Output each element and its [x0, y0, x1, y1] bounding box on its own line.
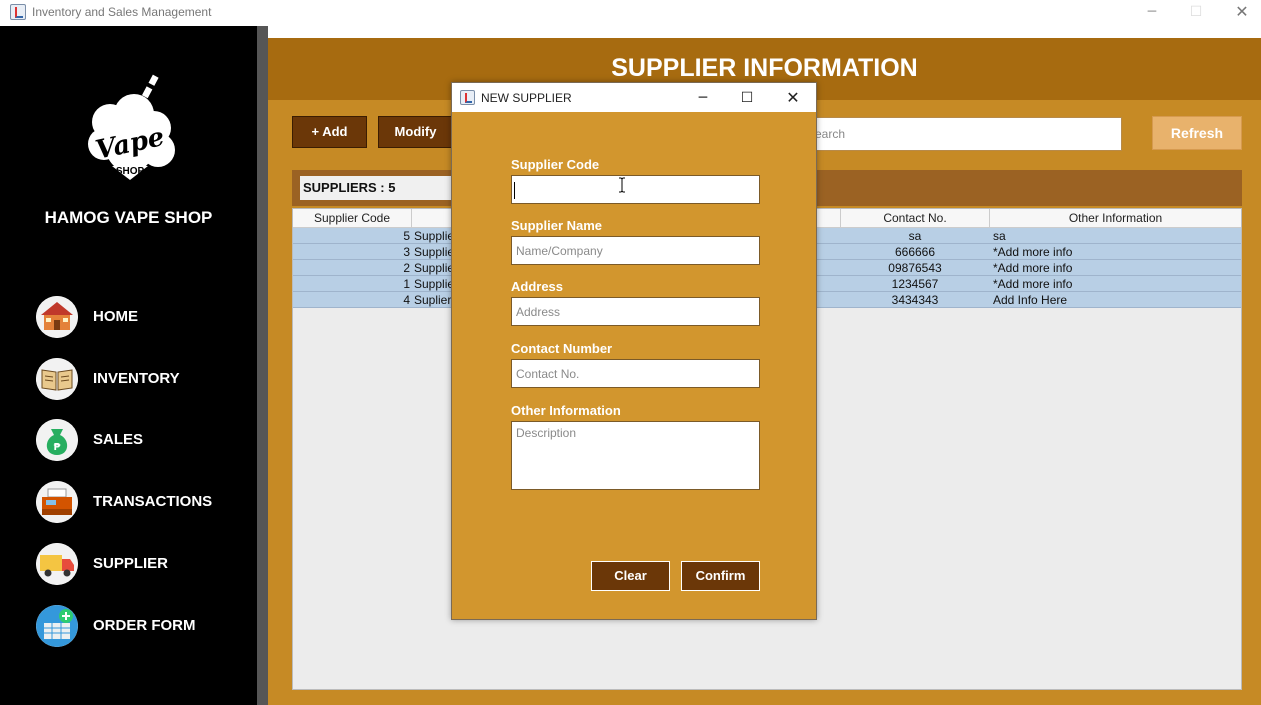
window-titlebar: Inventory and Sales Management ─ ☐ ✕ [0, 0, 1261, 26]
order-form-icon [36, 605, 78, 647]
vape-shop-logo: Vape SHOP [88, 72, 175, 180]
column-header-supplier-code[interactable]: Supplier Code [293, 209, 412, 228]
contact-number-field[interactable] [511, 359, 760, 388]
supplier-code-label: Supplier Code [511, 157, 600, 172]
cell-supplier-code: 5 [403, 229, 410, 243]
add-supplier-button[interactable]: + Add [292, 116, 367, 148]
dialog-close-button[interactable]: ✕ [780, 87, 806, 109]
confirm-button[interactable]: Confirm [681, 561, 760, 591]
svg-text:₱: ₱ [54, 442, 61, 453]
window-title: Inventory and Sales Management [32, 5, 212, 19]
sidebar-item-label: ORDER FORM [93, 617, 196, 634]
cell-supplier-name: Supplie [414, 245, 454, 259]
dialog-minimize-button[interactable]: ─ [690, 87, 716, 109]
sidebar-item-label: SUPPLIER [93, 555, 169, 572]
cell-contact-no: 3434343 [891, 293, 939, 307]
text-caret [514, 182, 515, 199]
other-information-field[interactable] [511, 421, 760, 490]
cell-supplier-name: Supplie [414, 261, 454, 275]
sidebar-item-order-form[interactable]: ORDER FORM [36, 605, 246, 649]
cell-other-info: *Add more info [993, 245, 1073, 259]
sidebar-item-label: HOME [93, 308, 138, 325]
sales-icon: ₱ [36, 419, 78, 461]
cell-supplier-name: Supplie [414, 277, 454, 291]
home-icon [36, 296, 78, 338]
sidebar-item-transactions[interactable]: TRANSACTIONS [36, 481, 246, 525]
dialog-title: NEW SUPPLIER [481, 91, 572, 105]
clear-button[interactable]: Clear [591, 561, 670, 591]
cell-other-info: *Add more info [993, 277, 1073, 291]
cell-contact-no: 1234567 [891, 277, 939, 291]
supplier-icon [36, 543, 78, 585]
new-supplier-dialog: NEW SUPPLIER ─ ☐ ✕ Supplier Code Supplie… [451, 82, 817, 620]
sidebar-item-inventory[interactable]: INVENTORY [36, 358, 246, 402]
sidebar-item-sales[interactable]: ₱ SALES [36, 419, 246, 463]
java-app-icon [10, 4, 26, 20]
cell-supplier-code: 2 [403, 261, 410, 275]
cell-other-info: sa [993, 229, 1006, 243]
supplier-name-label: Supplier Name [511, 218, 603, 233]
column-header-contact-no[interactable]: Contact No. [840, 209, 990, 228]
cell-supplier-name: Supplie [414, 229, 454, 243]
search-input[interactable]: earch [808, 117, 1122, 151]
sidebar-item-label: SALES [93, 431, 144, 448]
sidebar-item-label: TRANSACTIONS [93, 493, 213, 510]
supplier-code-field[interactable] [511, 175, 760, 204]
cell-contact-no: 09876543 [888, 261, 942, 275]
cell-other-info: Add Info Here [993, 293, 1068, 307]
sidebar-item-label: INVENTORY [93, 370, 180, 387]
sidebar-item-home[interactable]: HOME [36, 296, 246, 340]
cell-contact-no: 666666 [894, 245, 936, 259]
cell-supplier-name: Suplier [414, 293, 452, 307]
sidebar-item-supplier[interactable]: SUPPLIER [36, 543, 246, 587]
sidebar: Vape SHOP HAMOG VAPE SHOP HOME INVENTORY… [0, 26, 257, 705]
page-title: SUPPLIER INFORMATION [611, 54, 918, 82]
close-window-button[interactable]: ✕ [1224, 2, 1260, 22]
modify-supplier-button[interactable]: Modify [378, 116, 453, 148]
supplier-count: SUPPLIERS : 5 [300, 176, 460, 200]
ibeam-cursor-icon [619, 177, 625, 193]
brand-name: HAMOG VAPE SHOP [44, 208, 213, 227]
sidebar-divider [257, 26, 268, 705]
inventory-icon [36, 358, 78, 400]
minimize-window-button[interactable]: ─ [1134, 2, 1170, 22]
refresh-button[interactable]: Refresh [1152, 116, 1242, 150]
dialog-titlebar[interactable]: NEW SUPPLIER ─ ☐ ✕ [452, 83, 816, 112]
address-label: Address [511, 279, 564, 294]
cell-supplier-code: 3 [403, 245, 410, 259]
cell-contact-no: sa [908, 229, 922, 243]
java-app-icon [460, 90, 475, 105]
column-header-other-information[interactable]: Other Information [990, 209, 1241, 228]
maximize-window-button[interactable]: ☐ [1178, 2, 1214, 22]
supplier-name-field[interactable] [511, 236, 760, 265]
dialog-maximize-button[interactable]: ☐ [734, 87, 760, 109]
logo-subtext: SHOP [116, 166, 145, 177]
cell-other-info: *Add more info [993, 261, 1073, 275]
address-field[interactable] [511, 297, 760, 326]
cell-supplier-code: 1 [403, 277, 410, 291]
contact-number-label: Contact Number [511, 341, 613, 356]
other-information-label: Other Information [511, 403, 621, 418]
cell-supplier-code: 4 [403, 293, 410, 307]
transactions-icon [36, 481, 78, 523]
